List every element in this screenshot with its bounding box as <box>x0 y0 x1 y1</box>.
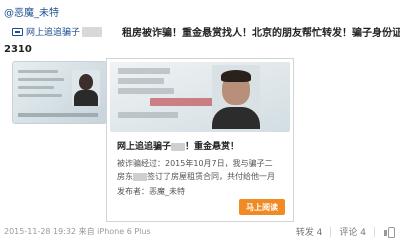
comment-button[interactable]: 评论 4 <box>339 225 366 238</box>
id-card-portrait <box>212 65 260 129</box>
card-title: 网上追追骗子 ！重金悬赏！ <box>117 142 240 152</box>
read-now-button[interactable]: 马上阅读 <box>239 199 285 215</box>
post-headline: 租房被诈骗！重金悬赏找人！北京的朋友帮忙转发！骗子身份证： <box>122 28 400 39</box>
post-timestamp: 2015-11-28 19:32 来自 iPhone 6 Plus <box>4 227 151 236</box>
post-id-prefix: 2310 <box>4 44 32 55</box>
divider <box>330 226 332 237</box>
card-publisher: 发布者：恶魔_未特 <box>117 187 185 196</box>
redacted-name <box>171 142 186 151</box>
redacted-name <box>133 172 147 181</box>
redacted-name <box>82 26 103 37</box>
post-line: 网上追追骗子 租房被诈骗！重金悬赏找人！北京的朋友帮忙转发！骗子身份证： <box>4 24 400 40</box>
article-link-icon <box>12 27 23 36</box>
repost-button[interactable]: 转发 4 <box>296 225 323 238</box>
post-actions: 转发 4 评论 4 <box>296 225 395 238</box>
id-card-image <box>110 62 290 132</box>
article-link[interactable]: 网上追追骗子 <box>12 25 103 38</box>
card-excerpt: 被诈骗经过：2015年10月7日，我与骗子二 房东 签订了房屋租赁合同，共付给他一… <box>117 159 275 181</box>
divider <box>374 226 375 237</box>
id-card-thumbnail[interactable] <box>12 61 107 124</box>
id-card-photo <box>72 70 100 106</box>
article-card[interactable]: 网上追追骗子 ！重金悬赏！ 被诈骗经过：2015年10月7日，我与骗子二 房东 签订… <box>106 58 294 222</box>
article-link-label: 网上追追骗子 <box>26 28 81 38</box>
author-name[interactable]: @恶魔_未特 <box>4 4 59 19</box>
like-icon[interactable] <box>383 226 395 238</box>
